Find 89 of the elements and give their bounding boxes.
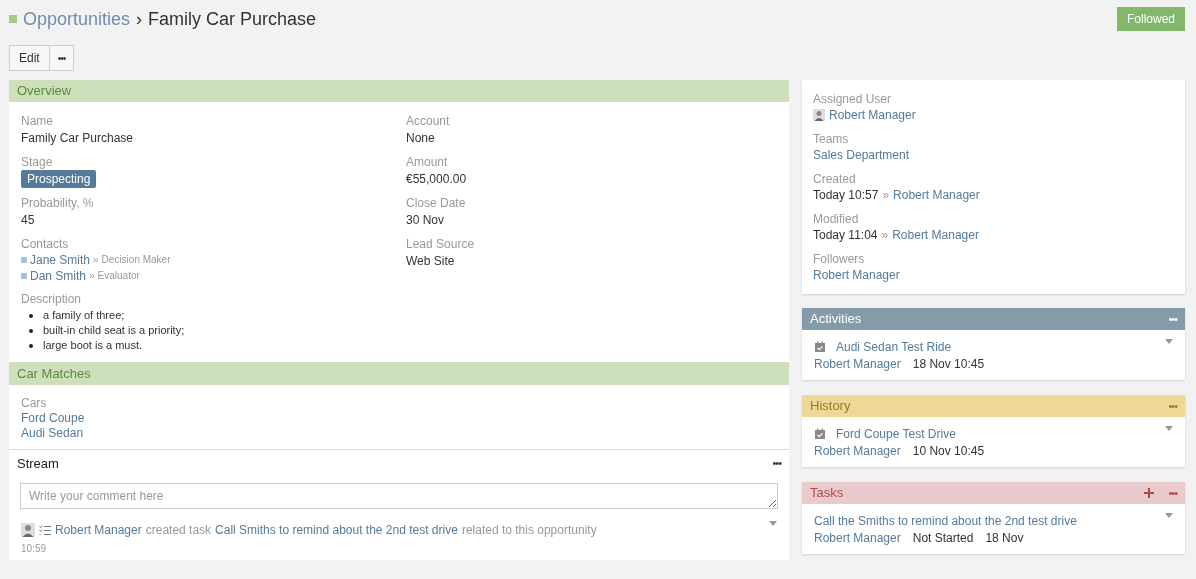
more-button[interactable]: ••• <box>772 458 781 470</box>
item-detail: Not Started <box>912 530 974 546</box>
panel-title: History <box>810 397 851 416</box>
timestamp: 10:59 <box>21 541 48 556</box>
more-button[interactable]: ••• <box>1168 487 1177 499</box>
stage-badge: Prospecting <box>21 170 97 188</box>
panel-header: Overview <box>9 80 789 102</box>
description-text: large boot is a must. <box>43 338 143 353</box>
field-value: Web Site <box>406 253 456 270</box>
item-detail: 10 Nov 10:45 <box>912 443 985 459</box>
module-link[interactable]: Opportunities <box>23 5 131 33</box>
field-label: Close Date <box>406 195 467 211</box>
field-label: Probability, % <box>21 195 95 211</box>
bullet-icon <box>29 313 33 318</box>
caret-icon <box>769 520 777 526</box>
add-icon[interactable] <box>1144 488 1155 498</box>
field-label: Created <box>813 171 857 187</box>
car-link[interactable]: Ford Coupe <box>21 411 777 426</box>
record-title: Family Car Purchase <box>148 7 317 31</box>
caret-icon <box>1165 426 1173 431</box>
more-button[interactable]: ••• <box>1168 400 1177 412</box>
comment-field[interactable]: Write your comment here <box>20 482 778 509</box>
field-label: Amount <box>406 154 449 170</box>
field-label: Followers <box>813 251 866 267</box>
field-label: Stage <box>21 154 54 170</box>
caret-icon <box>1165 339 1173 344</box>
field-value: Today 11:04 <box>813 227 878 243</box>
contact-icon <box>21 273 27 279</box>
user-link[interactable]: Robert Manager <box>814 443 901 459</box>
panel-header: Car Matches <box>9 362 789 385</box>
user-link[interactable]: Robert Manager <box>814 356 901 372</box>
item-link[interactable]: Audi Sedan Test Ride <box>836 339 952 355</box>
separator: » <box>89 269 95 283</box>
avatar-icon <box>813 109 825 121</box>
calendar-icon <box>814 341 826 353</box>
separator: » <box>881 227 889 243</box>
user-link[interactable]: Robert Manager <box>893 187 980 203</box>
field-value: 30 Nov <box>406 212 446 229</box>
more-button[interactable]: ••• <box>49 45 75 71</box>
action-text: created task <box>145 521 212 539</box>
field-value: Today 10:57 <box>813 187 879 203</box>
avatar-icon <box>21 522 35 537</box>
action-text: related to this opportunity <box>461 521 597 539</box>
description-text: built-in child seat is a priority; <box>43 323 185 338</box>
user-link[interactable]: Robert Manager <box>814 530 901 546</box>
car-link[interactable]: Audi Sedan <box>21 426 777 441</box>
field-link[interactable]: Robert Manager <box>813 267 900 283</box>
field-value: None <box>406 130 436 147</box>
user-link[interactable]: Robert Manager <box>892 227 979 243</box>
bullet-icon <box>29 343 33 348</box>
field-label: Cars <box>21 395 48 411</box>
field-value: 45 <box>21 212 36 229</box>
field-label: Lead Source <box>406 236 476 252</box>
bullet-icon <box>29 328 33 333</box>
user-link[interactable]: Robert Manager <box>55 520 142 539</box>
separator: » <box>882 187 890 203</box>
contact-link[interactable]: Jane Smith <box>30 252 91 268</box>
caret-icon <box>1165 513 1173 518</box>
field-label: Account <box>406 113 451 129</box>
description-text: a family of three; <box>43 308 125 323</box>
contact-role: Evaluator <box>97 269 140 283</box>
user-link[interactable]: Robert Manager <box>829 107 916 123</box>
item-link[interactable]: Ford Coupe Test Drive <box>836 426 956 442</box>
edit-button[interactable]: Edit <box>9 45 50 71</box>
contact-link[interactable]: Dan Smith <box>30 268 87 284</box>
panel-title: Tasks <box>810 484 844 503</box>
contact-icon <box>21 257 27 263</box>
field-value: €55,000.00 <box>406 171 468 188</box>
field-label: Teams <box>813 131 850 147</box>
item-detail: 18 Nov <box>985 530 1024 546</box>
panel-title: Stream <box>17 455 59 473</box>
task-link[interactable]: Call Smiths to remind about the 2nd test drive <box>215 520 458 539</box>
module-icon <box>9 15 17 23</box>
field-label: Contacts <box>21 236 70 252</box>
item-link[interactable]: Call the Smiths to remind about the 2nd test drive <box>814 513 1077 529</box>
field-link[interactable]: Sales Department <box>813 147 910 163</box>
more-button[interactable]: ••• <box>1168 313 1177 325</box>
field-label: Description <box>21 291 83 307</box>
calendar-icon <box>814 428 826 440</box>
task-list-icon <box>39 524 51 535</box>
field-label: Name <box>21 113 54 129</box>
field-label: Modified <box>813 211 860 227</box>
contact-role: Decision Maker <box>101 253 171 267</box>
item-detail: 18 Nov 10:45 <box>912 356 985 372</box>
field-value: Family Car Purchase <box>21 130 135 147</box>
panel-title: Activities <box>810 310 862 329</box>
separator: » <box>93 253 99 267</box>
field-label: Assigned User <box>813 91 893 107</box>
breadcrumb-separator: › <box>136 7 143 31</box>
